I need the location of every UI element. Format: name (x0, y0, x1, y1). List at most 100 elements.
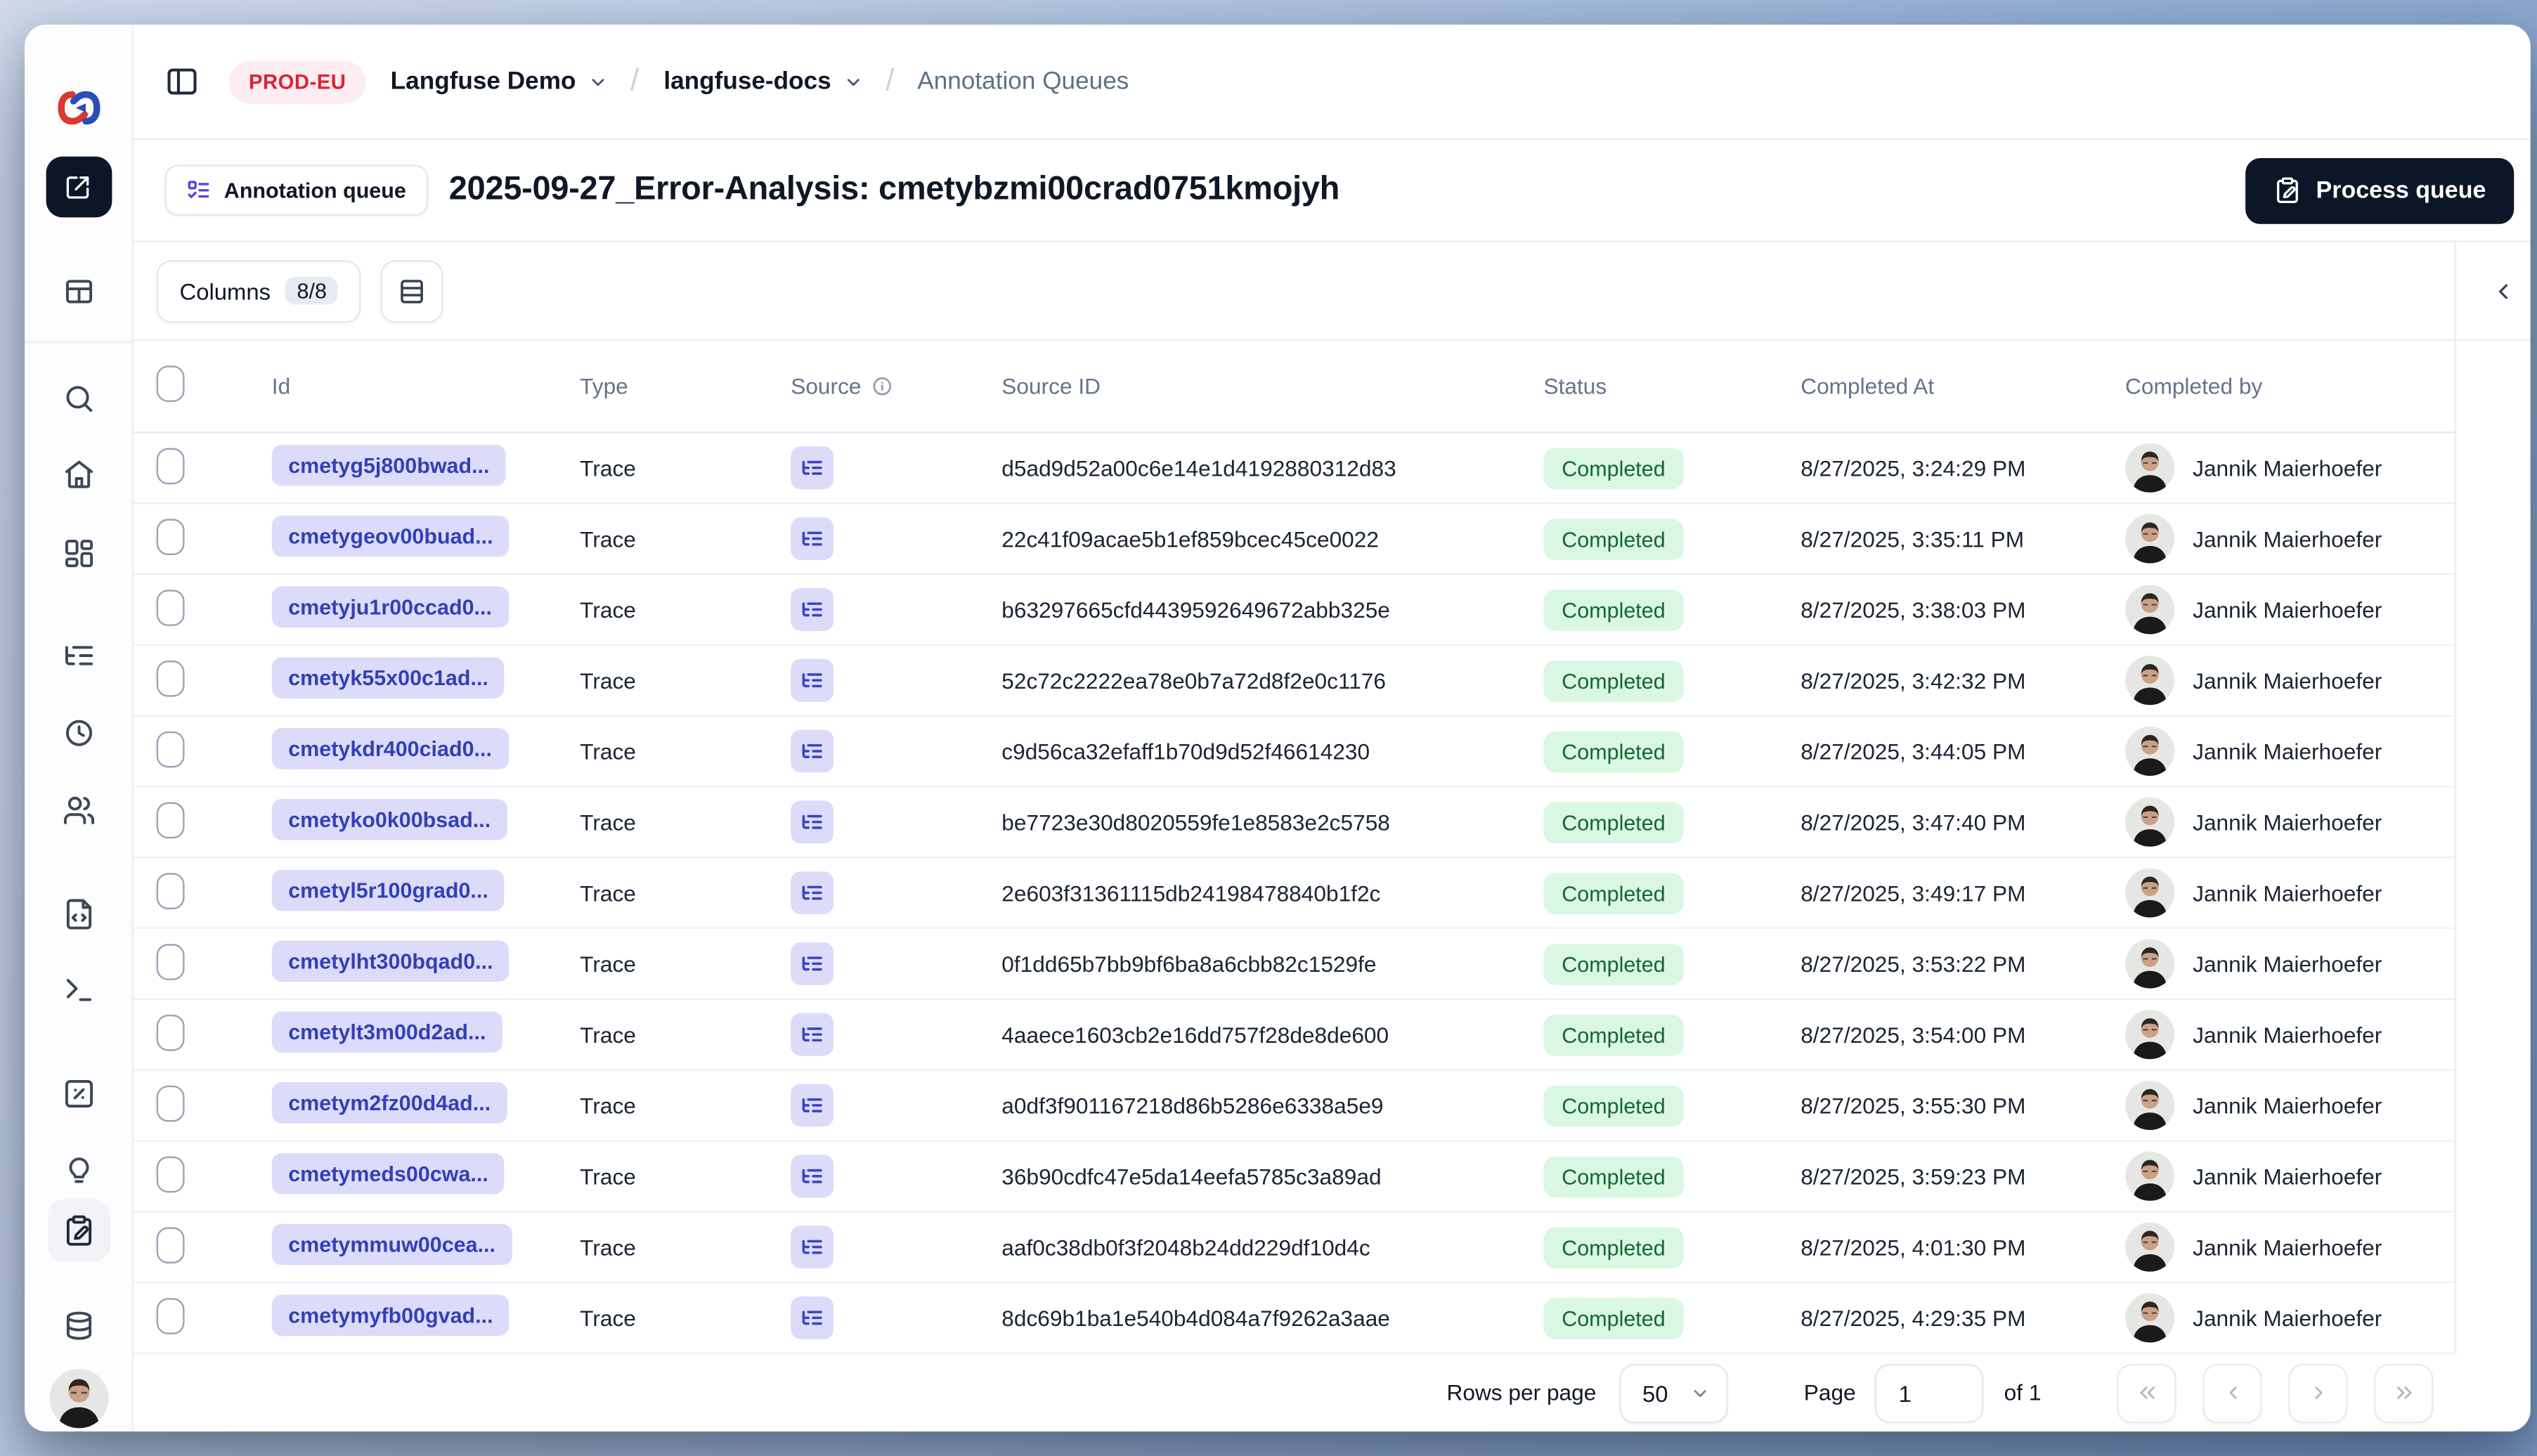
first-page-button[interactable] (2117, 1363, 2176, 1423)
trace-source-link[interactable] (791, 729, 834, 773)
rows-per-page-value: 50 (1642, 1379, 1668, 1406)
sidebar-item-playground[interactable] (62, 973, 95, 1006)
row-checkbox[interactable] (156, 518, 185, 554)
row-type: Trace (580, 1305, 636, 1330)
page-number-input[interactable] (1875, 1363, 1985, 1423)
row-checkbox[interactable] (156, 730, 185, 767)
row-checkbox[interactable] (156, 1155, 185, 1192)
row-checkbox[interactable] (156, 1084, 185, 1122)
row-completed-at: 8/27/2025, 3:59:23 PM (1800, 1164, 2026, 1189)
row-checkbox[interactable] (156, 1013, 185, 1051)
row-id-pill[interactable]: cmetylt3m00d2ad... (271, 1011, 502, 1053)
row-id-pill[interactable]: cmetymyfb00gvad... (271, 1294, 510, 1337)
database-icon (65, 1311, 91, 1340)
row-id-pill[interactable]: cmetymeds00cwa... (271, 1152, 505, 1195)
row-completed-by: Jannik Maierhoefer (2193, 951, 2382, 976)
row-checkbox[interactable] (156, 447, 185, 484)
table-footer: Rows per page 50 Page of 1 (133, 1353, 2457, 1432)
process-queue-button[interactable]: Process queue (2245, 157, 2515, 223)
trace-source-link[interactable] (791, 871, 834, 915)
previous-page-button[interactable] (2202, 1363, 2262, 1423)
row-id-pill[interactable]: cmetylht300bqad0... (271, 940, 510, 982)
column-header-completed-by: Completed by (2125, 374, 2263, 399)
trace-source-link[interactable] (791, 446, 834, 490)
sidebar-item-search[interactable] (62, 382, 95, 415)
collapse-panel-button[interactable] (2491, 278, 2515, 303)
row-id-pill[interactable]: cmetykdr400ciad0... (271, 728, 509, 769)
row-completed-at: 8/27/2025, 3:55:30 PM (1800, 1093, 2026, 1118)
table-row: cmetykdr400ciad0... Trace c9d56ca32efaff… (133, 717, 2457, 788)
status-badge: Completed (1543, 1226, 1684, 1268)
sidebar-item-datasets[interactable] (62, 1310, 95, 1343)
row-checkbox[interactable] (156, 1226, 185, 1263)
row-id-pill[interactable]: cmetymmuw00cea... (271, 1223, 512, 1266)
row-id-pill[interactable]: cmetyk55x00c1ad... (271, 657, 505, 698)
project-selector[interactable]: langfuse-docs (663, 67, 862, 96)
sidebar-item-home[interactable] (62, 458, 95, 491)
trace-source-link[interactable] (791, 800, 834, 844)
row-completed-by: Jannik Maierhoefer (2193, 739, 2382, 764)
sidebar-item-dashboards[interactable] (62, 537, 95, 570)
row-checkbox[interactable] (156, 659, 185, 696)
select-all-checkbox[interactable] (156, 365, 185, 402)
table-row: cmetyk55x00c1ad... Trace 52c72c2222ea78e… (133, 646, 2457, 717)
row-height-button[interactable] (381, 259, 444, 323)
sidebar-item-annotation-queues[interactable] (46, 1199, 110, 1262)
row-id-pill[interactable]: cmetyg5j800bwad... (271, 444, 506, 486)
breadcrumb: PROD-EU Langfuse Demo / langfuse-docs / … (133, 25, 2531, 141)
table-row: cmetym2fz00d4ad... Trace a0df3f901167218… (133, 1071, 2457, 1142)
trace-source-link[interactable] (791, 1226, 834, 1269)
trace-source-link[interactable] (791, 1155, 834, 1198)
next-page-button[interactable] (2288, 1363, 2348, 1423)
row-checkbox[interactable] (156, 872, 185, 909)
row-completed-by: Jannik Maierhoefer (2193, 1093, 2382, 1118)
row-source-id: 0f1dd65b7bb9bf6ba8a6cbb82c1529fe (1001, 951, 1377, 976)
row-id-pill[interactable]: cmetygeov00buad... (271, 515, 510, 557)
trace-source-link[interactable] (791, 587, 834, 631)
row-id-pill[interactable]: cmetyko0k00bsad... (271, 798, 507, 840)
info-icon[interactable] (871, 375, 893, 396)
list-tree-icon (802, 1240, 822, 1254)
chevron-right-icon (2314, 1386, 2322, 1399)
table-toolbar: Columns 8/8 (133, 242, 2531, 342)
trace-source-link[interactable] (791, 1084, 834, 1127)
row-source-id: a0df3f901167218d86b5286e6338a5e9 (1001, 1093, 1384, 1118)
trace-source-link[interactable] (791, 1013, 834, 1056)
rows-per-page-select[interactable]: 50 (1619, 1363, 1728, 1423)
row-completed-at: 8/27/2025, 3:38:03 PM (1800, 597, 2026, 622)
sidebar-item-users[interactable] (62, 794, 95, 827)
sidebar-item-prompts[interactable] (62, 898, 95, 931)
users-icon (63, 796, 93, 824)
row-completed-at: 8/27/2025, 4:01:30 PM (1800, 1234, 2026, 1260)
sidebar-toggle-button[interactable] (164, 64, 199, 98)
sidebar-item-tables[interactable] (62, 275, 95, 308)
columns-button[interactable]: Columns 8/8 (156, 259, 362, 323)
last-page-button[interactable] (2373, 1363, 2434, 1423)
status-badge: Completed (1543, 447, 1684, 489)
sidebar-item-sessions[interactable] (62, 717, 95, 750)
trace-source-link[interactable] (791, 942, 834, 985)
trace-source-link[interactable] (791, 517, 834, 561)
row-id-pill[interactable]: cmetyju1r00ccad0... (271, 586, 509, 628)
row-checkbox[interactable] (156, 1297, 185, 1334)
row-checkbox[interactable] (156, 589, 185, 625)
row-checkbox[interactable] (156, 943, 185, 980)
avatar (2125, 1151, 2175, 1201)
sidebar-item-evaluation[interactable] (62, 1077, 95, 1110)
trace-source-link[interactable] (791, 658, 834, 702)
row-source-id: 36b90cdfc47e5da14eefa5785c3a89ad (1001, 1164, 1382, 1189)
chevrons-left-icon (2139, 1386, 2154, 1399)
sidebar-item-insights[interactable] (62, 1155, 95, 1188)
table-body: cmetyg5j800bwad... Trace d5ad9d52a00c6e1… (133, 434, 2457, 1354)
project-name: langfuse-docs (663, 67, 831, 96)
open-external-button[interactable] (45, 156, 112, 218)
trace-source-link[interactable] (791, 1296, 834, 1339)
row-checkbox[interactable] (156, 801, 185, 838)
user-avatar-menu[interactable] (48, 1369, 108, 1429)
row-id-pill[interactable]: cmetyl5r100grad0... (271, 869, 505, 911)
row-type: Trace (580, 1022, 636, 1047)
sidebar-item-traces[interactable] (62, 639, 95, 672)
search-icon (65, 386, 92, 412)
org-selector[interactable]: Langfuse Demo (391, 67, 607, 96)
row-id-pill[interactable]: cmetym2fz00d4ad... (271, 1082, 507, 1124)
